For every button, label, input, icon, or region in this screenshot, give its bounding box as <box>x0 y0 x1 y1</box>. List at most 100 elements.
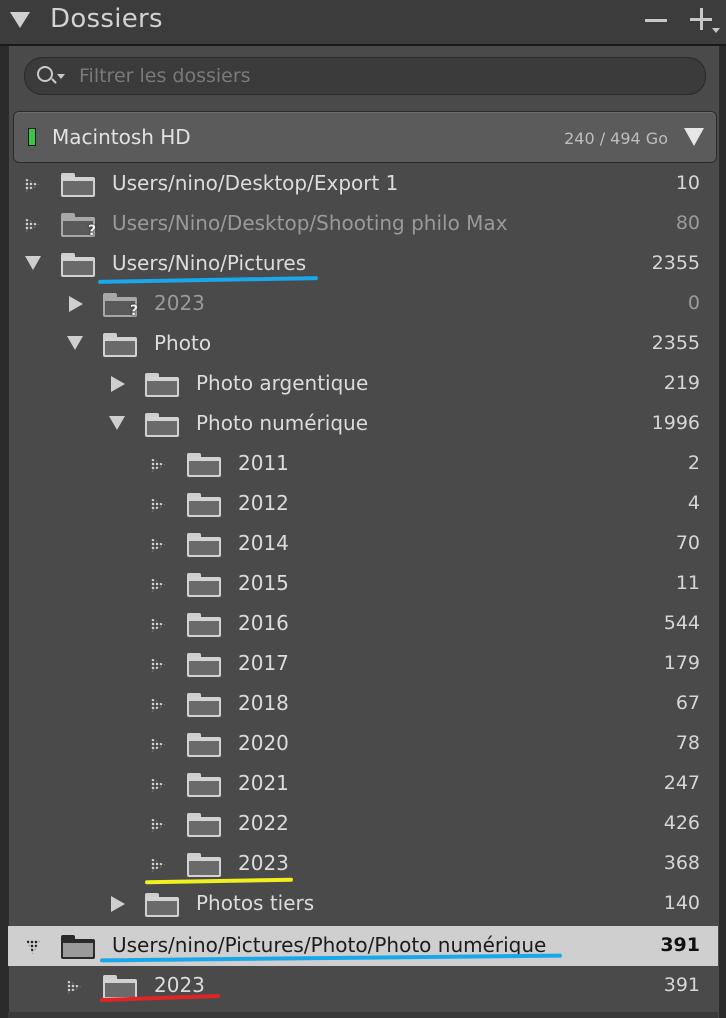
folder-row[interactable]: 2023 368 <box>9 844 718 884</box>
expand-dots-icon[interactable] <box>67 980 81 994</box>
folder-label: Users/Nino/Desktop/Shooting philo Max <box>112 211 508 235</box>
folder-row[interactable]: Photo 2355 <box>9 324 718 364</box>
folder-row[interactable]: 2017 179 <box>9 644 718 684</box>
expand-dots-icon[interactable] <box>151 658 165 672</box>
missing-folder-icon: ? <box>61 213 96 239</box>
expand-dots-icon[interactable] <box>25 178 39 192</box>
collapse-triangle-icon[interactable] <box>67 336 83 350</box>
folder-count: 179 <box>663 652 700 674</box>
expand-dots-icon[interactable] <box>151 458 165 472</box>
folder-row[interactable]: 2018 67 <box>9 684 718 724</box>
folder-icon <box>187 453 221 477</box>
expand-dots-icon[interactable] <box>25 218 39 232</box>
collapse-triangle-icon[interactable] <box>25 256 41 270</box>
folder-row[interactable]: Users/nino/Desktop/Export 1 10 <box>9 164 718 204</box>
add-folder-button[interactable] <box>690 6 714 34</box>
folder-icon <box>187 493 221 517</box>
folder-row[interactable]: Photo numérique 1996 <box>9 404 718 444</box>
folder-icon <box>187 653 221 677</box>
folder-icon <box>187 733 221 757</box>
folder-label: 2022 <box>238 811 289 835</box>
folder-row[interactable]: 2012 4 <box>9 484 718 524</box>
panel-header[interactable]: Dossiers <box>0 0 726 46</box>
folder-label: 2018 <box>238 691 289 715</box>
folder-count: 70 <box>675 532 700 554</box>
folder-icon <box>61 935 95 959</box>
collapse-triangle-icon[interactable] <box>10 12 30 28</box>
folder-row[interactable]: 2011 2 <box>9 444 718 484</box>
folder-label: Photo numérique <box>196 411 369 435</box>
folder-label: Users/nino/Desktop/Export 1 <box>112 171 399 195</box>
folder-label: 2023 <box>154 973 205 997</box>
expand-dots-icon[interactable] <box>151 498 165 512</box>
search-options-caret-icon[interactable] <box>57 74 65 79</box>
volume-name: Macintosh HD <box>52 125 191 149</box>
missing-folder-icon: ? <box>103 293 138 319</box>
expand-dots-icon[interactable] <box>151 538 165 552</box>
folder-label: Users/nino/Pictures/Photo/Photo numériqu… <box>112 933 547 957</box>
folder-icon <box>145 893 179 917</box>
folder-label: 2012 <box>238 491 289 515</box>
folder-label: 2021 <box>238 771 289 795</box>
disk-status-indicator <box>28 128 36 146</box>
folder-row[interactable]: 2021 247 <box>9 764 718 804</box>
folder-count: 78 <box>675 732 700 754</box>
expand-dots-icon[interactable] <box>151 818 165 832</box>
folder-row[interactable]: Users/Nino/Pictures 2355 <box>9 244 718 284</box>
volume-header[interactable]: Macintosh HD 240 / 494 Go <box>13 111 717 163</box>
folder-row[interactable]: 2022 426 <box>9 804 718 844</box>
folder-icon <box>61 173 95 197</box>
folder-row[interactable]: Photo argentique 219 <box>9 364 718 404</box>
folder-count: 0 <box>687 292 700 314</box>
remove-folder-button[interactable] <box>645 19 667 22</box>
expand-dots-icon[interactable] <box>151 698 165 712</box>
search-icon[interactable] <box>37 66 53 82</box>
folder-label: Photo argentique <box>196 371 369 395</box>
folder-row[interactable]: 2015 11 <box>9 564 718 604</box>
folder-count: 219 <box>663 372 700 394</box>
folder-label: Photos tiers <box>196 891 315 915</box>
expand-dots-icon[interactable] <box>151 778 165 792</box>
folder-label: 2015 <box>238 571 289 595</box>
expand-dots-icon[interactable] <box>151 738 165 752</box>
folder-count: 247 <box>663 772 700 794</box>
volume-size: 240 / 494 Go <box>564 129 668 148</box>
folder-icon <box>187 853 221 877</box>
folder-filter-input[interactable] <box>77 62 681 90</box>
folder-label: Photo <box>154 331 212 355</box>
folder-row[interactable]: ? Users/Nino/Desktop/Shooting philo Max … <box>9 204 718 244</box>
folder-row[interactable]: 2016 544 <box>9 604 718 644</box>
folder-icon <box>61 253 95 277</box>
expand-triangle-icon[interactable] <box>111 896 125 912</box>
collapse-triangle-icon[interactable] <box>109 416 125 430</box>
folder-count: 2355 <box>651 252 700 274</box>
folder-row[interactable]: Photos tiers 140 <box>9 884 718 924</box>
folder-icon <box>145 413 179 437</box>
panel-bottom-edge <box>8 1012 718 1018</box>
folder-row[interactable]: ? 2023 0 <box>9 284 718 324</box>
volume-menu-triangle-icon[interactable] <box>684 128 704 146</box>
folder-count: 2355 <box>651 332 700 354</box>
folder-count: 140 <box>663 892 700 914</box>
collapse-dots-icon[interactable] <box>26 940 40 954</box>
folder-icon <box>103 333 137 357</box>
folder-label: 2011 <box>238 451 289 475</box>
folder-icon <box>103 975 137 999</box>
folder-label: 2023 <box>154 291 205 315</box>
folder-row[interactable]: 2020 78 <box>9 724 718 764</box>
folder-count: 391 <box>663 974 700 996</box>
expand-triangle-icon[interactable] <box>111 376 125 392</box>
folder-label: 2014 <box>238 531 289 555</box>
expand-dots-icon[interactable] <box>151 578 165 592</box>
folder-icon <box>187 573 221 597</box>
folder-label: Users/Nino/Pictures <box>112 251 307 275</box>
folder-icon <box>145 373 179 397</box>
expand-triangle-icon[interactable] <box>69 296 83 312</box>
expand-dots-icon[interactable] <box>151 618 165 632</box>
folder-count: 10 <box>675 172 700 194</box>
expand-dots-icon[interactable] <box>151 858 165 872</box>
add-menu-caret-icon[interactable] <box>712 28 720 33</box>
panel-title: Dossiers <box>50 4 163 34</box>
folder-filter[interactable] <box>24 57 706 95</box>
folder-row[interactable]: 2014 70 <box>9 524 718 564</box>
